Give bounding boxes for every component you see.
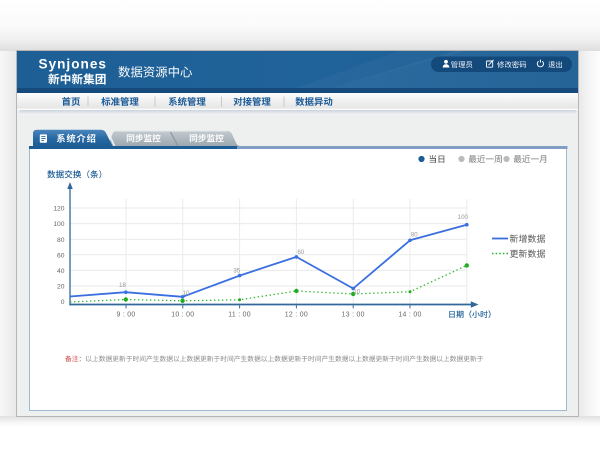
svg-text:10: 10 bbox=[183, 290, 190, 297]
svg-text:35: 35 bbox=[233, 268, 240, 275]
svg-text:60: 60 bbox=[57, 252, 65, 259]
svg-text:100: 100 bbox=[53, 221, 64, 228]
svg-text:13 : 00: 13 : 00 bbox=[342, 311, 365, 318]
svg-text:60: 60 bbox=[297, 249, 304, 256]
svg-text:10: 10 bbox=[353, 289, 360, 296]
svg-text:40: 40 bbox=[57, 268, 65, 275]
svg-text:10 : 00: 10 : 00 bbox=[171, 311, 194, 318]
svg-text:14 : 00: 14 : 00 bbox=[398, 311, 421, 318]
svg-text:12 : 00: 12 : 00 bbox=[285, 311, 308, 318]
svg-text:20: 20 bbox=[57, 284, 65, 291]
svg-text:0: 0 bbox=[61, 299, 65, 306]
svg-text:18: 18 bbox=[119, 282, 126, 289]
svg-text:11 : 00: 11 : 00 bbox=[228, 311, 251, 318]
svg-text:100: 100 bbox=[458, 214, 469, 221]
svg-text:120: 120 bbox=[53, 206, 64, 213]
svg-text:Synjones: Synjones bbox=[39, 57, 107, 72]
svg-text:80: 80 bbox=[57, 237, 65, 244]
svg-text:9 : 00: 9 : 00 bbox=[116, 311, 135, 318]
svg-text:80: 80 bbox=[411, 231, 418, 238]
